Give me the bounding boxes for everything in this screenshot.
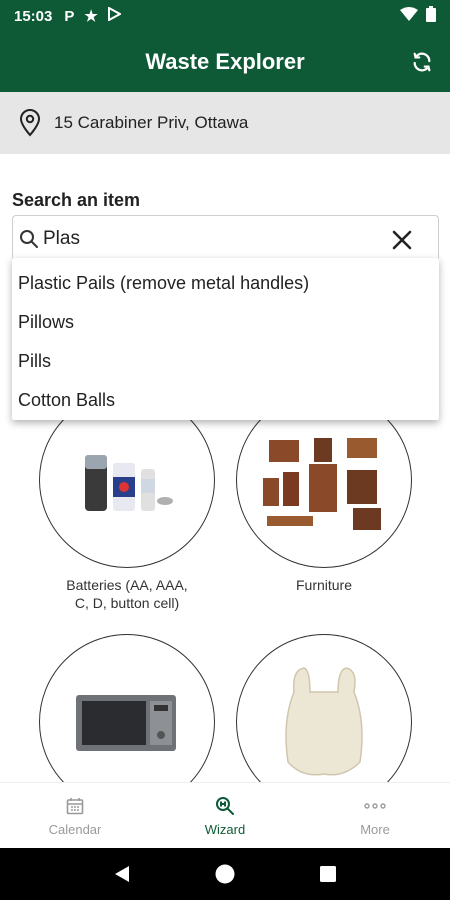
nav-calendar-label: Calendar [48,822,102,837]
suggestion-item[interactable]: Pills [12,342,439,381]
nav-more-label: More [360,822,390,837]
nav-calendar[interactable]: Calendar [0,783,150,848]
nav-wizard-label: Wizard [204,822,246,837]
star-icon: ★ [84,8,98,25]
category-image-batteries [39,400,215,568]
status-bar: 15:03 P ★ [0,0,450,32]
home-icon [215,864,235,884]
address-text: 15 Carabiner Priv, Ottawa [54,113,249,132]
battery-icon [426,6,436,26]
suggestion-item[interactable]: Pillows [12,303,439,342]
category-image-plastic-bag [236,634,412,782]
search-box [12,215,439,263]
category-grid: Batteries (AA, AAA, C, D, button cell) F… [0,400,450,782]
location-pin-icon [19,109,41,137]
system-nav-bar [0,848,450,900]
nav-more[interactable]: More [300,783,450,848]
category-batteries[interactable]: Batteries (AA, AAA, C, D, button cell) [39,400,215,612]
play-store-icon [107,6,122,25]
suggestion-item[interactable]: Cotton Balls [12,381,439,420]
recents-button[interactable] [314,860,342,888]
category-label: Batteries (AA, AAA, C, D, button cell) [66,577,188,611]
suggestion-dropdown: Plastic Pails (remove metal handles) Pil… [12,258,439,420]
category-label: Furniture [295,577,353,593]
refresh-button[interactable] [408,48,436,76]
category-microwave[interactable] [39,634,215,782]
back-button[interactable] [108,860,136,888]
refresh-icon [413,52,431,72]
nav-wizard[interactable]: Wizard [150,783,300,848]
back-icon [114,866,129,882]
address-bar[interactable]: 15 Carabiner Priv, Ottawa [0,92,450,154]
search-icon [20,230,38,248]
app-bar: Waste Explorer [0,32,450,92]
calendar-icon [66,798,84,815]
status-time: 15:03 [14,7,53,25]
wifi-icon [400,7,418,25]
category-plastic-bag[interactable] [236,634,412,782]
suggestion-item[interactable]: Plastic Pails (remove metal handles) [12,264,439,303]
category-image-furniture [236,400,412,568]
wizard-search-icon [216,797,234,815]
home-button[interactable] [211,860,239,888]
close-icon[interactable] [390,228,414,252]
app-title: Waste Explorer [145,49,305,74]
bottom-nav: Calendar Wizard More [0,782,450,848]
recents-icon [320,866,337,882]
parking-icon: P [64,7,75,25]
search-input[interactable] [43,228,363,250]
category-image-microwave [39,634,215,782]
more-dots-icon [364,803,386,809]
search-label: Search an item [12,190,141,210]
category-furniture[interactable]: Furniture [236,400,412,594]
